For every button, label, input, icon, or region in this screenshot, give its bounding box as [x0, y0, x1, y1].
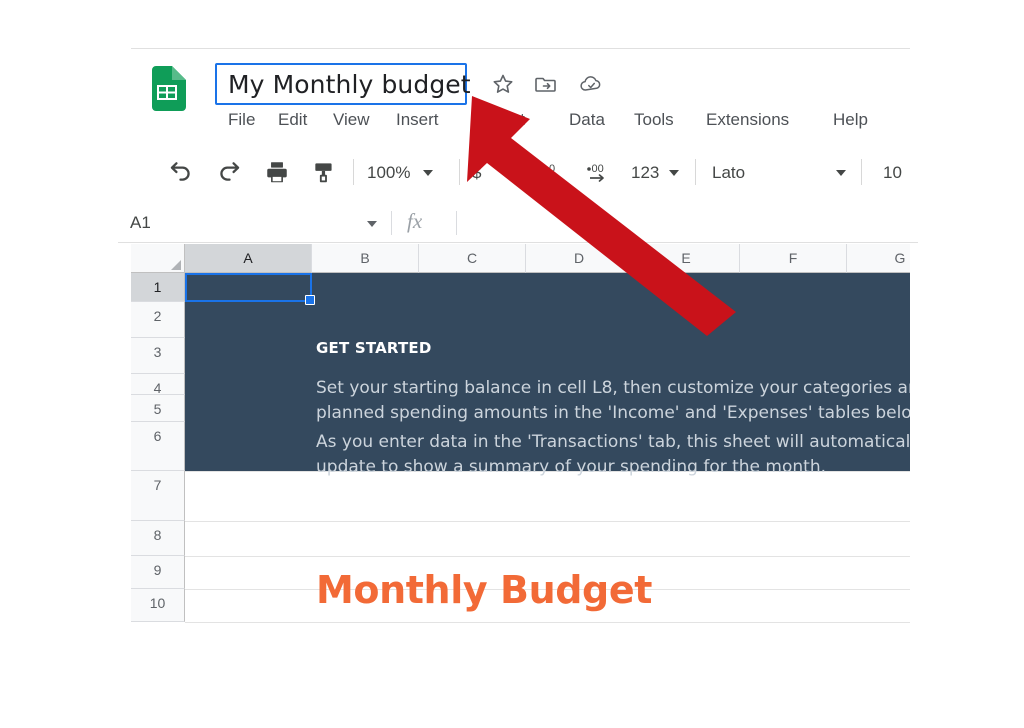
svg-text:00: 00 — [592, 163, 604, 175]
gridline-row-9-top — [185, 556, 910, 557]
toolbar-divider-3 — [695, 159, 696, 185]
row-header-2[interactable]: 2 — [131, 302, 185, 338]
selected-cell-a1[interactable] — [185, 273, 312, 302]
column-header-b[interactable]: B — [312, 244, 419, 273]
menu-item-tools[interactable]: Tools — [634, 110, 674, 130]
menu-item-data[interactable]: Data — [569, 110, 605, 130]
row-header-1-label: 1 — [153, 279, 162, 295]
name-box[interactable]: A1 — [130, 213, 151, 233]
row-header-8[interactable]: 8 — [131, 521, 185, 556]
title-bar: My Monthly budget — [131, 57, 921, 111]
row-header-10-label: 10 — [149, 595, 166, 611]
window-top-divider — [131, 48, 910, 49]
get-started-paragraph-1: Set your starting balance in cell L8, th… — [316, 378, 910, 423]
menu-bar: File Edit View Insert Format Data Tools … — [131, 110, 921, 137]
svg-text:0: 0 — [549, 163, 555, 175]
menu-item-edit[interactable]: Edit — [278, 110, 307, 130]
document-title-text: My Monthly budget — [228, 70, 471, 99]
currency-format-button[interactable]: $ — [472, 163, 481, 183]
more-formats-button[interactable]: 123 — [631, 163, 659, 183]
font-family-chevron-down-icon[interactable] — [836, 170, 846, 176]
more-formats-chevron-down-icon[interactable] — [669, 170, 679, 176]
sheets-app-window: My Monthly budget File Edit View Insert — [0, 0, 1024, 728]
select-all-triangle-icon — [171, 260, 181, 270]
row-header-9-label: 9 — [153, 562, 162, 578]
toolbar-divider-4 — [861, 159, 862, 185]
decrease-decimal-icon[interactable]: 0 — [543, 161, 569, 187]
select-all-corner-button[interactable] — [131, 244, 185, 273]
row-header-6[interactable]: 6 — [131, 422, 185, 471]
move-to-folder-icon[interactable] — [534, 72, 558, 96]
row-header-6-label: 6 — [153, 428, 162, 444]
cloud-saved-icon[interactable] — [579, 72, 603, 96]
menu-item-file[interactable]: File — [228, 110, 255, 130]
menu-item-insert[interactable]: Insert — [396, 110, 439, 130]
paint-format-icon[interactable] — [311, 159, 337, 185]
row-header-4[interactable]: 4 — [131, 374, 185, 396]
increase-decimal-icon[interactable]: 00 — [586, 161, 612, 187]
document-title-input[interactable]: My Monthly budget — [215, 63, 471, 105]
row-header-5-label: 5 — [153, 401, 162, 417]
row-header-8-label: 8 — [153, 527, 162, 543]
column-header-d[interactable]: D — [526, 244, 633, 273]
font-family-value[interactable]: Lato — [712, 163, 745, 183]
formula-bar-divider-1 — [391, 211, 392, 235]
menu-item-format[interactable]: Format — [471, 110, 525, 130]
cell-area[interactable]: GET STARTED Set your starting balance in… — [185, 273, 910, 644]
toolbar-divider-2 — [459, 159, 460, 185]
menu-item-view[interactable]: View — [333, 110, 370, 130]
column-header-g[interactable]: G — [847, 244, 910, 273]
row-header-3-label: 3 — [153, 344, 162, 360]
sheet-heading-monthly-budget: Monthly Budget — [316, 568, 652, 612]
selection-fill-handle[interactable] — [305, 295, 315, 305]
row-header-9[interactable]: 9 — [131, 556, 185, 589]
row-header-3[interactable]: 3 — [131, 338, 185, 374]
get-started-banner: GET STARTED Set your starting balance in… — [185, 273, 910, 477]
formula-bar: A1 fx — [118, 207, 918, 243]
row-header-10[interactable]: 10 — [131, 589, 185, 622]
font-size-value[interactable]: 10 — [883, 163, 902, 183]
gridline-row-8-top — [185, 521, 910, 522]
get-started-heading: GET STARTED — [316, 339, 432, 357]
column-header-c[interactable]: C — [419, 244, 526, 273]
row-header-1[interactable]: 1 — [131, 273, 185, 302]
zoom-chevron-down-icon[interactable] — [423, 170, 433, 176]
row-header-2-label: 2 — [153, 308, 162, 324]
percent-format-button[interactable]: % — [512, 163, 527, 183]
toolbar: 100% $ % 0 00 123 Lato 10 — [131, 147, 921, 203]
column-header-e[interactable]: E — [633, 244, 740, 273]
menu-item-help[interactable]: Help — [833, 110, 868, 130]
formula-bar-divider-2 — [456, 211, 457, 235]
spreadsheet-grid: A B C D E F G 1 2 3 4 5 6 7 8 9 10 GET S… — [131, 244, 910, 644]
row-header-7-label: 7 — [153, 477, 162, 493]
fx-icon: fx — [407, 209, 423, 233]
gridline-row-10-bottom — [185, 622, 910, 623]
sheets-logo-icon — [148, 66, 186, 111]
get-started-paragraph-2: As you enter data in the 'Transactions' … — [316, 432, 910, 477]
zoom-level-value[interactable]: 100% — [367, 163, 410, 183]
undo-icon[interactable] — [168, 159, 194, 185]
toolbar-divider-1 — [353, 159, 354, 185]
column-header-a[interactable]: A — [185, 244, 312, 273]
row-header-5[interactable]: 5 — [131, 395, 185, 422]
row-header-7[interactable]: 7 — [131, 471, 185, 521]
name-box-chevron-down-icon[interactable] — [367, 221, 377, 227]
menu-item-extensions[interactable]: Extensions — [706, 110, 789, 130]
column-header-f[interactable]: F — [740, 244, 847, 273]
row-header-4-label: 4 — [153, 380, 162, 396]
star-icon[interactable] — [491, 72, 515, 96]
print-icon[interactable] — [264, 159, 290, 185]
redo-icon[interactable] — [216, 159, 242, 185]
